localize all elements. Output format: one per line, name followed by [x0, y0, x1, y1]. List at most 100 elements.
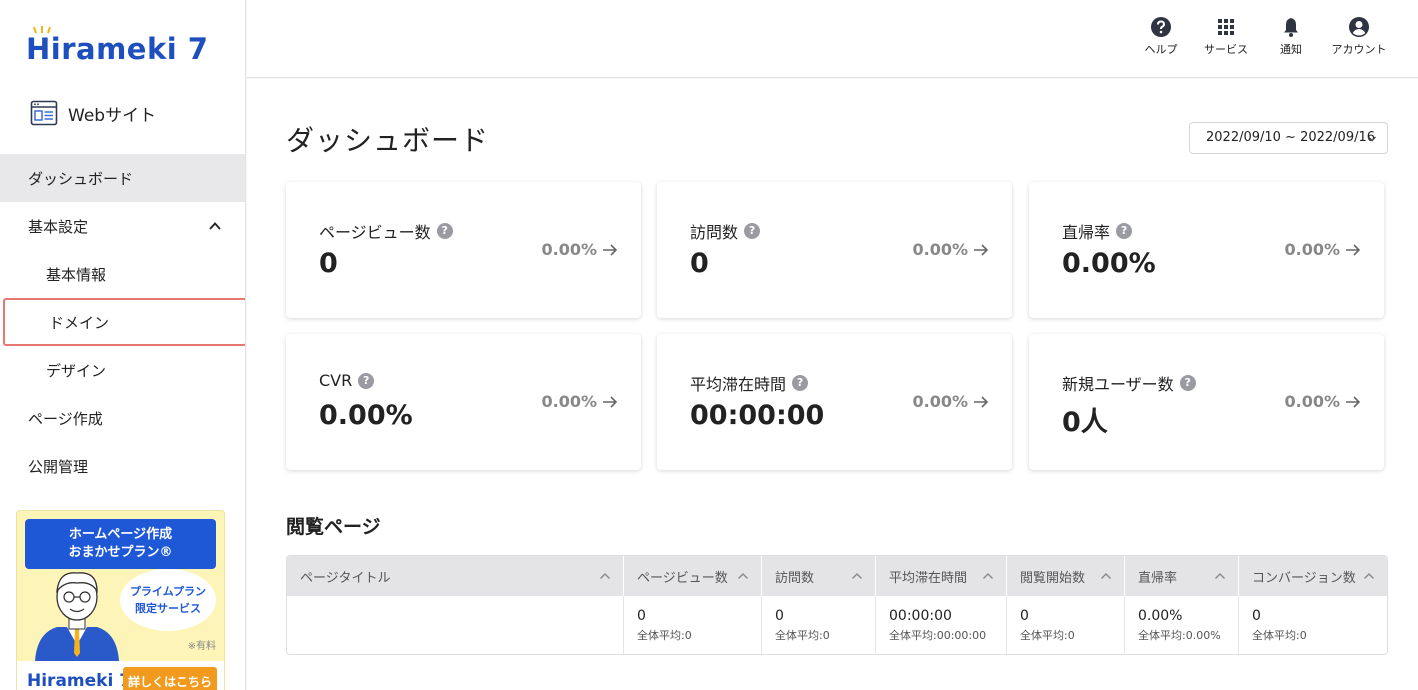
hirameki-logo[interactable]: Hirameki 7 [26, 26, 208, 66]
metric-card-visits[interactable]: 訪問数? 0 0.00% [657, 182, 1012, 318]
account-circle-icon [1349, 17, 1369, 37]
cell-average: 全体平均:0 [1020, 629, 1075, 642]
metric-card-new-users[interactable]: 新規ユーザー数? 0人 0.00% [1029, 334, 1384, 470]
sort-chevron-up-icon [852, 573, 862, 579]
metric-label: 訪問数? [690, 219, 761, 243]
main-content: ダッシュボード 2022/09/10 ~ 2022/09/16 ページビュー数?… [247, 79, 1418, 690]
sidebar-item-basic-settings[interactable]: 基本設定 [0, 202, 245, 250]
cell-average: 全体平均:0 [637, 629, 692, 642]
metric-change: 0.00% [541, 240, 619, 259]
metric-value: 0.00% [319, 400, 413, 431]
promo-banner[interactable]: ホームページ作成 おまかせプラン® プライムプラン 限定サービス ※有料 Hir… [16, 510, 225, 690]
logo-spark-icon [33, 26, 51, 34]
metric-label: CVR? [319, 371, 375, 390]
top-actions: ヘルプ サービス 通知 アカウント [1140, 16, 1390, 57]
metric-change-text: 0.00% [1284, 392, 1340, 411]
metric-label-text: 直帰率 [1062, 223, 1111, 242]
date-range-value: 2022/09/10 ~ 2022/09/16 [1206, 130, 1376, 145]
metric-card-bounce-rate[interactable]: 直帰率? 0.00% 0.00% [1029, 182, 1384, 318]
metric-card-avg-stay-time[interactable]: 平均滞在時間? 00:00:00 0.00% [657, 334, 1012, 470]
column-header-label: 平均滞在時間 [889, 570, 968, 586]
metric-label: 平均滞在時間? [690, 371, 809, 395]
promo-bubble: プライムプラン 限定サービス [120, 569, 216, 631]
site-label: Webサイト [68, 105, 157, 126]
cell-average: 全体平均:0.00% [1138, 629, 1221, 642]
apps-grid-icon [1218, 19, 1234, 35]
topbar: ヘルプ サービス 通知 アカウント [247, 0, 1418, 78]
metric-cards: ページビュー数? 0 0.00% 訪問数? 0 0.00% 直帰率? 0.00%… [286, 182, 1385, 470]
arrow-right-icon [974, 395, 989, 408]
metric-label: 新規ユーザー数? [1062, 371, 1196, 395]
date-range-select[interactable]: 2022/09/10 ~ 2022/09/16 [1189, 122, 1388, 154]
arrow-right-icon [603, 395, 618, 408]
column-header-entrances[interactable]: 閲覧開始数 [1007, 556, 1125, 596]
sidebar-item-design[interactable]: デザイン [0, 346, 245, 394]
metric-card-pageviews[interactable]: ページビュー数? 0 0.00% [286, 182, 641, 318]
help-button[interactable]: ヘルプ [1140, 16, 1182, 57]
promo-title-line1: ホームページ作成 [68, 527, 173, 542]
promo-note: ※有料 [187, 641, 216, 652]
sidebar: Hirameki 7 Webサイト ダッシュボード 基本設定 基本情報 ドメイン [0, 0, 246, 690]
table-cell: 0 全体平均:0 [1007, 596, 1125, 654]
column-header-visits[interactable]: 訪問数 [762, 556, 876, 596]
metric-label-text: 訪問数 [690, 223, 739, 242]
sidebar-item-label: 公開管理 [28, 457, 89, 476]
sort-chevron-up-icon [1215, 573, 1225, 579]
services-button[interactable]: サービス [1198, 16, 1254, 57]
metric-change-text: 0.00% [1284, 240, 1340, 259]
browser-window-icon [30, 100, 58, 126]
sidebar-item-label: 基本情報 [46, 265, 107, 284]
metric-label: 直帰率? [1062, 219, 1133, 243]
metric-label-text: CVR [319, 371, 353, 390]
help-icon[interactable]: ? [358, 372, 375, 389]
help-icon[interactable]: ? [792, 375, 809, 391]
metric-change: 0.00% [1284, 392, 1362, 411]
column-header-page-title[interactable]: ページタイトル [287, 556, 624, 596]
sidebar-item-page-creation[interactable]: ページ作成 [0, 394, 245, 442]
sidebar-item-publish-management[interactable]: 公開管理 [0, 442, 245, 490]
help-icon[interactable]: ? [1116, 223, 1133, 239]
table-row: 0 全体平均:0 0 全体平均:0 00:00:00 全体平均:00:00:00 0 全… [287, 596, 1387, 654]
metric-value: 0 [319, 248, 338, 279]
chevron-down-icon [1368, 136, 1376, 142]
site-selector[interactable]: Webサイト [30, 99, 156, 127]
cell-value: 0 [1252, 608, 1261, 624]
help-label: ヘルプ [1144, 43, 1178, 56]
promo-bubble-line2: 限定サービス [135, 602, 201, 615]
sidebar-item-label: ダッシュボード [28, 169, 134, 188]
metric-change: 0.00% [541, 392, 619, 411]
metric-change-text: 0.00% [912, 240, 968, 259]
help-icon[interactable]: ? [744, 223, 761, 239]
cell-average: 全体平均:0 [1252, 629, 1307, 642]
column-header-avg-stay-time[interactable]: 平均滞在時間 [876, 556, 1007, 596]
help-icon[interactable]: ? [436, 223, 453, 239]
column-header-label: 直帰率 [1138, 570, 1178, 586]
sidebar-item-label: ドメイン [49, 313, 110, 332]
services-label: サービス [1204, 43, 1248, 56]
sort-chevron-up-icon [600, 573, 610, 579]
column-header-label: 閲覧開始数 [1020, 570, 1086, 586]
account-button[interactable]: アカウント [1328, 16, 1390, 57]
promo-details-button[interactable]: 詳しくはこちら [123, 667, 217, 690]
notifications-button[interactable]: 通知 [1270, 16, 1312, 57]
metric-change-text: 0.00% [541, 240, 597, 259]
column-header-pageviews[interactable]: ページビュー数 [624, 556, 762, 596]
chevron-up-icon[interactable] [208, 219, 222, 233]
column-header-bounce-rate[interactable]: 直帰率 [1125, 556, 1239, 596]
cell-average: 全体平均:00:00:00 [889, 629, 987, 642]
sidebar-item-basic-info[interactable]: 基本情報 [0, 250, 245, 298]
cell-average: 全体平均:0 [775, 629, 830, 642]
column-header-conversions[interactable]: コンバージョン数 [1239, 556, 1387, 596]
sidebar-item-domain[interactable]: ドメイン [3, 298, 245, 346]
metric-label-text: 新規ユーザー数 [1062, 375, 1174, 394]
table-cell [287, 596, 624, 654]
table-cell: 0 全体平均:0 [1239, 596, 1387, 654]
help-icon[interactable]: ? [1179, 375, 1196, 391]
table-cell: 00:00:00 全体平均:00:00:00 [876, 596, 1007, 654]
metric-card-cvr[interactable]: CVR? 0.00% 0.00% [286, 334, 641, 470]
metric-label-text: 平均滞在時間 [690, 375, 787, 394]
metric-change-text: 0.00% [541, 392, 597, 411]
promo-logo: Hirameki 7 [27, 671, 132, 690]
column-header-label: 訪問数 [775, 570, 815, 586]
sidebar-item-dashboard[interactable]: ダッシュボード [0, 154, 245, 202]
